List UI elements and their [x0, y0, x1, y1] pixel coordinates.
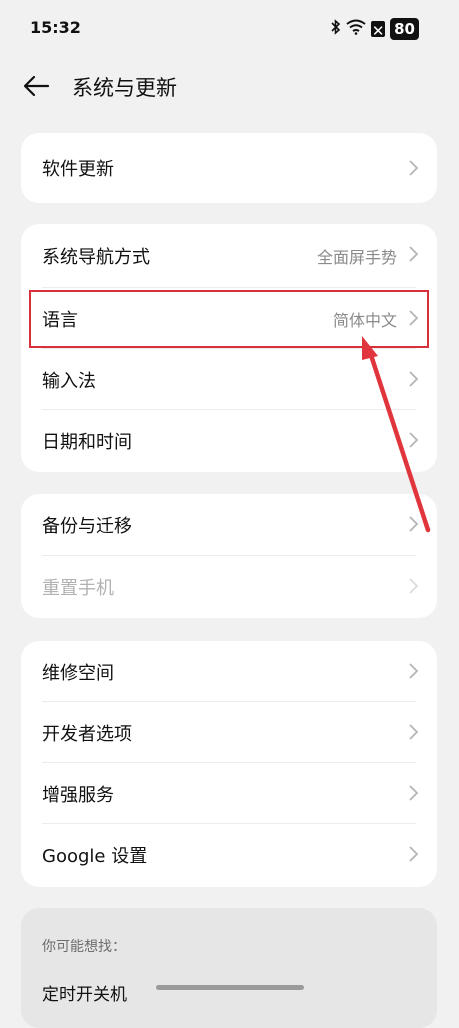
settings-card-system: 系统导航方式 全面屏手势 语言 简体中文 输入法 日期和时间 [21, 224, 437, 472]
home-indicator[interactable] [156, 985, 304, 990]
row-label: 输入法 [42, 370, 96, 392]
row-label: 维修空间 [42, 662, 114, 684]
chevron-right-icon [409, 371, 419, 387]
chevron-right-icon [409, 432, 419, 448]
row-software-update[interactable]: 软件更新 [21, 133, 437, 203]
row-label: 软件更新 [42, 159, 114, 180]
page-header: 系统与更新 [0, 60, 459, 112]
chevron-right-icon [409, 246, 419, 262]
chevron-right-icon [409, 578, 419, 594]
chevron-right-icon [409, 160, 419, 176]
row-reset-phone[interactable]: 重置手机 [21, 556, 437, 618]
row-label: 系统导航方式 [42, 247, 150, 268]
row-label: 日期和时间 [42, 431, 132, 453]
suggestion-item[interactable]: 定时开关机 [42, 980, 127, 1005]
row-label: 备份与迁移 [42, 516, 132, 537]
back-arrow-icon[interactable] [20, 70, 52, 102]
page-title: 系统与更新 [72, 76, 177, 100]
chevron-right-icon [409, 785, 419, 801]
chevron-right-icon [409, 724, 419, 740]
row-google-settings[interactable]: Google 设置 [21, 824, 437, 885]
wifi-icon [346, 19, 366, 40]
row-developer-options[interactable]: 开发者选项 [21, 702, 437, 763]
battery-icon: 80 [390, 18, 419, 40]
row-label: 增强服务 [42, 784, 114, 806]
status-time: 15:32 [30, 18, 81, 37]
row-repair-space[interactable]: 维修空间 [21, 641, 437, 702]
status-bar: 15:32 ✕ 80 [0, 0, 459, 58]
row-label: 开发者选项 [42, 723, 132, 745]
status-icons: ✕ 80 [331, 18, 419, 40]
row-enhanced-services[interactable]: 增强服务 [21, 763, 437, 824]
suggestions-card: 你可能想找： 定时开关机 [21, 908, 437, 1028]
settings-card-backup: 备份与迁移 重置手机 [21, 494, 437, 618]
row-navigation-mode[interactable]: 系统导航方式 全面屏手势 [21, 224, 437, 288]
row-label: Google 设置 [42, 845, 148, 867]
row-label: 重置手机 [42, 578, 114, 599]
bluetooth-icon [331, 18, 341, 40]
row-value: 全面屏手势 [316, 248, 397, 267]
row-date-time[interactable]: 日期和时间 [21, 410, 437, 471]
row-input-method[interactable]: 输入法 [21, 349, 437, 410]
highlight-box [29, 290, 429, 348]
suggestions-title: 你可能想找： [42, 939, 126, 955]
chevron-right-icon [409, 846, 419, 862]
settings-card-update: 软件更新 [21, 133, 437, 203]
row-backup-migrate[interactable]: 备份与迁移 [21, 494, 437, 556]
no-sim-icon: ✕ [371, 21, 386, 40]
settings-card-advanced: 维修空间 开发者选项 增强服务 Google 设置 [21, 641, 437, 887]
chevron-right-icon [409, 516, 419, 532]
chevron-right-icon [409, 663, 419, 679]
